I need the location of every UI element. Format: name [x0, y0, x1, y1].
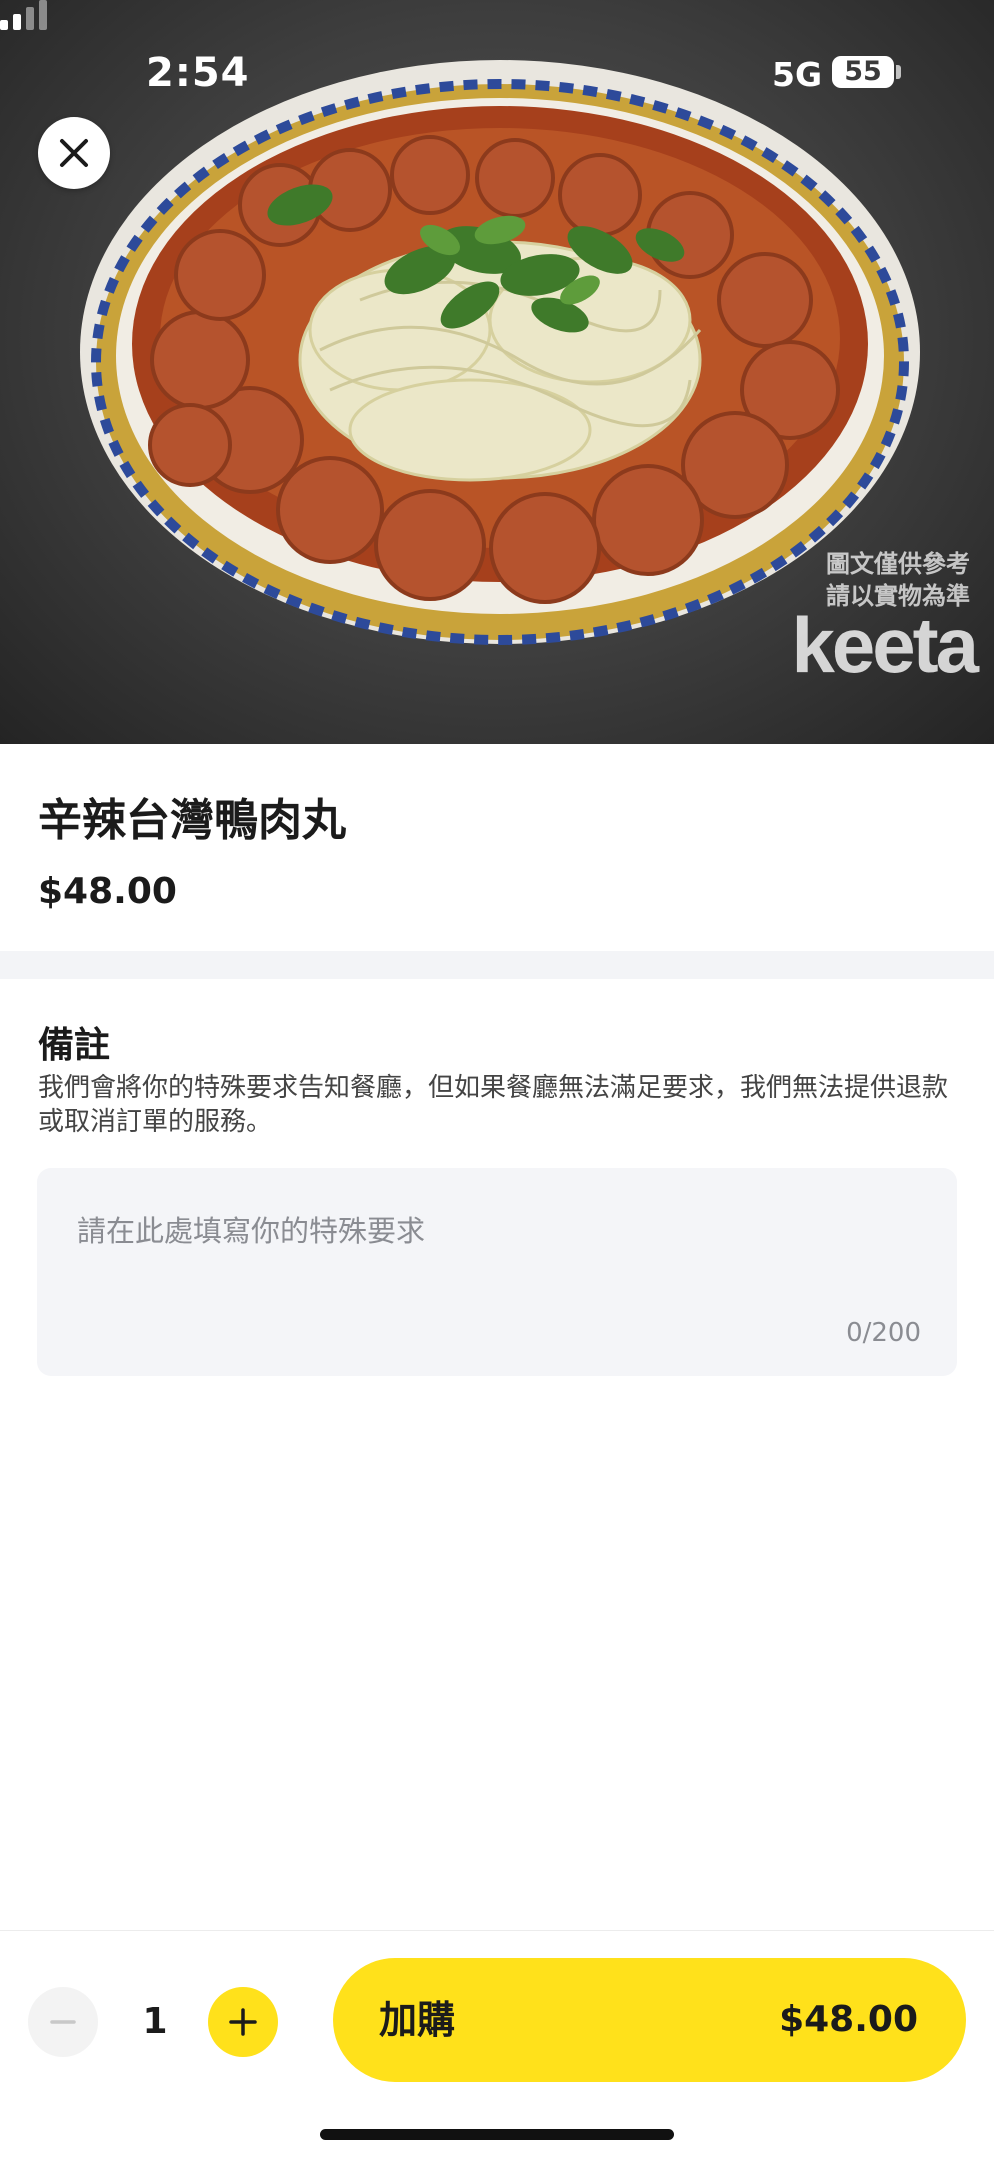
notes-heading: 備註 [38, 1025, 111, 1066]
plus-icon [229, 2008, 257, 2036]
cellular-signal-icon [0, 0, 47, 30]
close-icon [60, 139, 88, 167]
battery-icon: 55 [832, 56, 894, 88]
add-to-cart-price: $48.00 [779, 1999, 918, 2040]
status-bar: 2:54 5G 55 [0, 0, 994, 140]
keeta-logo: keeta [791, 601, 980, 689]
bottom-action-bar: 1 加購 $48.00 [0, 1930, 994, 2161]
add-to-cart-button[interactable]: 加購 $48.00 [333, 1958, 966, 2082]
special-request-box: 0/200 [37, 1168, 957, 1376]
status-time: 2:54 [146, 50, 250, 96]
decrease-quantity-button[interactable] [28, 1987, 98, 2057]
notes-description: 我們會將你的特殊要求告知餐廳，但如果餐廳無法滿足要求，我們無法提供退款或取消訂單… [38, 1073, 949, 1137]
battery-level: 55 [844, 56, 882, 87]
section-divider [0, 951, 994, 979]
increase-quantity-button[interactable] [208, 1987, 278, 2057]
hero-food-image: 2:54 5G 55 圖文僅供參考 請以實物為準 keeta [0, 0, 994, 744]
add-to-cart-label: 加購 [379, 1998, 456, 2042]
item-price: $48.00 [38, 871, 177, 912]
special-request-input[interactable] [37, 1168, 957, 1328]
battery-tip [896, 65, 901, 79]
disclaimer-line-1: 圖文僅供參考 [826, 550, 970, 578]
close-button[interactable] [38, 117, 110, 189]
minus-icon [50, 2020, 76, 2024]
quantity-value: 1 [142, 2001, 168, 2042]
home-indicator[interactable] [320, 2129, 674, 2140]
character-counter: 0/200 [846, 1318, 921, 1348]
item-title: 辛辣台灣鴨肉丸 [38, 795, 346, 846]
network-type: 5G [772, 55, 823, 94]
